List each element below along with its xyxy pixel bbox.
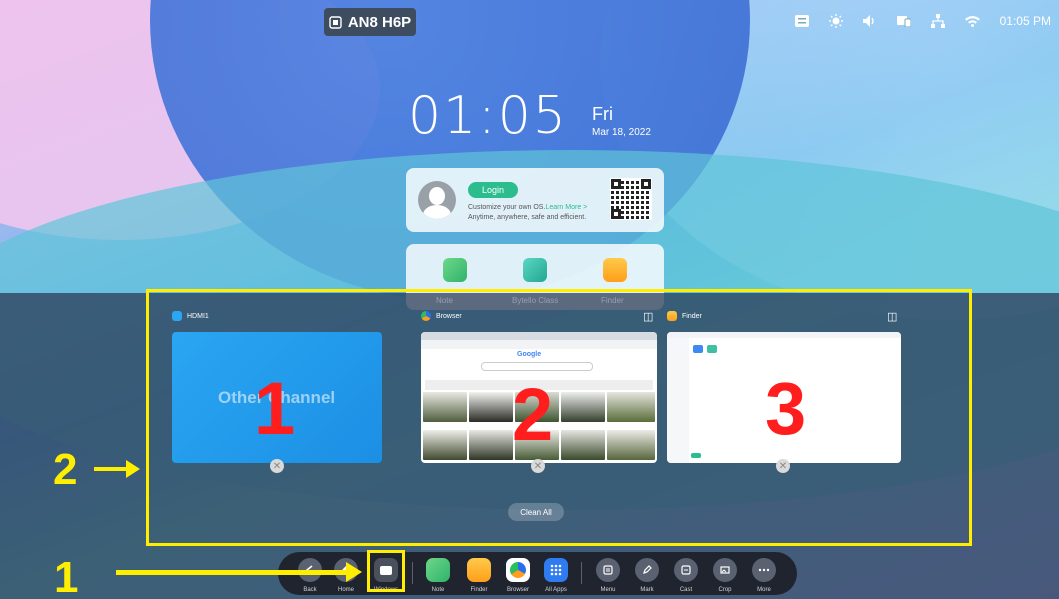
menu-icon[interactable]: [596, 558, 620, 582]
annotation-arrow-head: [126, 460, 140, 478]
login-subtitle: Anytime, anywhere, safe and efficient.: [468, 214, 587, 221]
annotation-arrow: [94, 467, 128, 471]
avatar[interactable]: [418, 181, 456, 219]
cast-icon[interactable]: [674, 558, 698, 582]
annotation-box-tasks: [146, 289, 972, 546]
finder-app-icon[interactable]: [603, 258, 627, 282]
annotation-label: 2: [53, 445, 78, 494]
finder-icon[interactable]: [467, 558, 491, 582]
login-button[interactable]: Login: [468, 182, 518, 198]
annotation-label: 1: [54, 553, 79, 599]
annotation-arrow-head: [346, 562, 362, 582]
device-icon: [329, 15, 342, 29]
clock-day: Fri: [592, 104, 613, 124]
device-name: AN8 H6P: [347, 13, 412, 31]
dock-label: All Apps: [545, 587, 567, 593]
dock-divider: [581, 562, 582, 584]
screen-icon[interactable]: [896, 15, 911, 27]
note-icon[interactable]: [426, 558, 450, 582]
all-apps-icon[interactable]: [544, 558, 568, 582]
mark-icon[interactable]: [635, 558, 659, 582]
desktop: AN8 H6P 01:05 PM 01:05 Fri Mar 18, 2022 …: [0, 0, 1059, 599]
browser-icon[interactable]: [506, 558, 530, 582]
status-bar: 01:05 PM: [794, 14, 1051, 28]
bytello-class-app-icon[interactable]: [523, 258, 547, 282]
annotation-box-windows: [367, 550, 405, 592]
annotation-arrow: [116, 570, 348, 575]
brightness-icon[interactable]: [828, 14, 843, 28]
more-icon[interactable]: [752, 558, 776, 582]
note-app-icon[interactable]: [443, 258, 467, 282]
clock-time: 01:05: [408, 86, 568, 146]
wifi-icon[interactable]: [964, 15, 980, 27]
dock-label: More: [757, 587, 771, 593]
login-card: Login Customize your own OS.Learn More >…: [406, 168, 664, 232]
volume-icon[interactable]: [862, 15, 877, 27]
keyboard-icon[interactable]: [794, 15, 809, 27]
status-time: 01:05 PM: [999, 14, 1051, 28]
device-badge: AN8 H6P: [324, 8, 416, 36]
qr-code[interactable]: [610, 178, 652, 220]
login-tagline: Customize your own OS.Learn More >: [468, 204, 588, 211]
learn-more-link[interactable]: Learn More >: [545, 204, 587, 211]
clock-date: Mar 18, 2022: [592, 127, 651, 138]
dock-divider: [412, 562, 413, 584]
network-icon[interactable]: [930, 14, 945, 28]
crop-icon[interactable]: [713, 558, 737, 582]
